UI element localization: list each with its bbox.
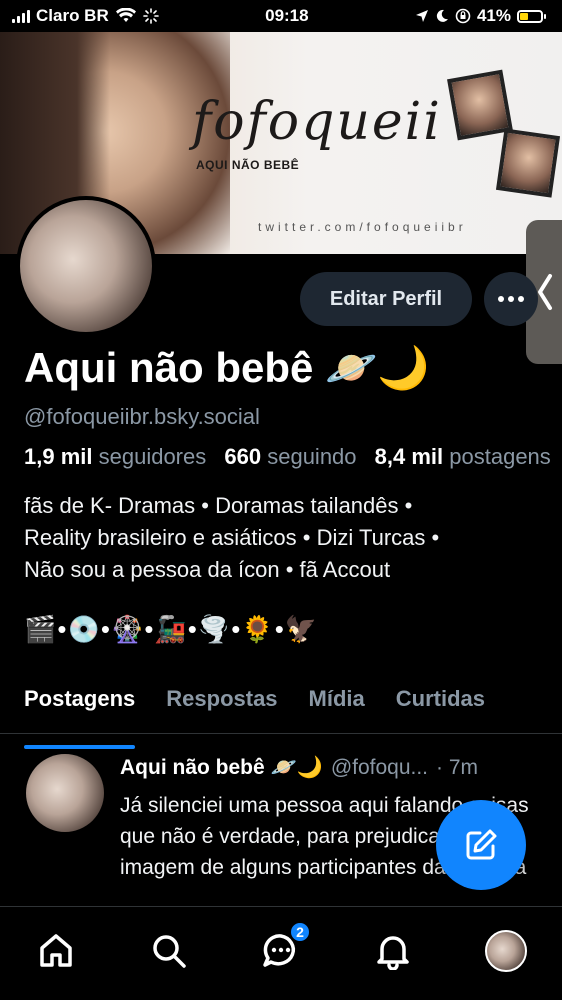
banner-brand-title: fofoqueii — [192, 92, 442, 152]
chevron-left-icon — [538, 274, 552, 310]
bell-icon — [377, 936, 410, 970]
profile-bio: fãs de K- Dramas • Doramas tailandês • R… — [24, 490, 544, 586]
nav-profile-avatar — [484, 930, 527, 972]
chat-badge: 2 — [288, 921, 311, 943]
banner-url: twitter.com/fofoqueiibr — [258, 220, 467, 234]
followers-count[interactable]: 1,9 mil — [24, 444, 92, 469]
followers-label[interactable]: seguidores — [99, 444, 207, 469]
nav-home[interactable] — [34, 929, 78, 973]
nav-chat[interactable]: 2 — [259, 921, 311, 973]
profile-stats: 1,9 mil seguidores 660 seguindo 8,4 mil … — [24, 444, 562, 470]
following-count[interactable]: 660 — [224, 444, 261, 469]
bio-line: fãs de K- Dramas • Doramas tailandês • — [24, 493, 413, 518]
nav-notifications[interactable] — [371, 929, 415, 973]
bio-emoji-line: 🎬•💿•🎡•🚂•🌪️•🌻•🦅 — [24, 614, 319, 644]
bio-line: Não sou a pessoa da ícon • fã Accout — [24, 557, 391, 582]
posts-count: 8,4 mil — [374, 444, 444, 469]
post-author[interactable]: Aqui não bebê 🪐🌙 — [120, 756, 323, 780]
compose-button[interactable] — [436, 800, 526, 890]
tab-replies[interactable]: Respostas — [166, 682, 277, 733]
banner-brand-subtitle: AQUI NÃO BEBÊ — [196, 158, 300, 172]
following-label[interactable]: seguindo — [267, 444, 356, 469]
profile-avatar[interactable] — [16, 196, 156, 336]
loading-icon — [142, 8, 159, 24]
clock: 09:18 — [265, 6, 309, 25]
location-icon — [415, 10, 428, 22]
nav-search[interactable] — [147, 929, 191, 973]
post-time: · 7m — [436, 756, 479, 779]
bottom-nav: 2 — [0, 906, 562, 1000]
posts-label: postagens — [449, 444, 551, 469]
post-avatar[interactable] — [26, 754, 104, 832]
nav-profile[interactable] — [484, 929, 528, 973]
bio-line: Reality brasileiro e asiáticos • Dizi Tu… — [24, 525, 440, 550]
moon-icon — [436, 9, 448, 22]
ellipsis-icon — [498, 296, 504, 302]
battery-icon — [517, 9, 546, 23]
status-bar: Claro BR 09:18 41% — [0, 0, 562, 32]
battery-percent: 41% — [476, 6, 511, 25]
post-handle[interactable]: @fofoqu... — [331, 756, 428, 780]
wifi-icon — [115, 8, 136, 22]
tab-likes[interactable]: Curtidas — [396, 682, 485, 733]
profile-display-name: Aqui não bebê 🪐🌙 — [24, 344, 430, 391]
banner-polaroid-1 — [447, 69, 513, 141]
rotation-lock-icon — [455, 8, 471, 24]
tab-media[interactable]: Mídia — [309, 682, 365, 733]
search-icon — [152, 935, 186, 968]
tab-posts[interactable]: Postagens — [24, 682, 136, 749]
more-options-button[interactable] — [484, 272, 538, 326]
profile-tabs: Postagens Respostas Mídia Curtidas — [0, 682, 562, 749]
signal-icon — [12, 9, 30, 23]
banner-polaroid-2 — [495, 128, 561, 198]
profile-handle: @fofoqueiibr.bsky.social — [24, 404, 260, 429]
post-header: Aqui não bebê 🪐🌙 @fofoqu... · 7m — [120, 756, 540, 780]
home-icon — [40, 934, 72, 967]
compose-icon — [466, 829, 497, 860]
carrier-label: Claro BR — [36, 6, 109, 25]
edit-profile-button[interactable]: Editar Perfil — [300, 272, 472, 326]
